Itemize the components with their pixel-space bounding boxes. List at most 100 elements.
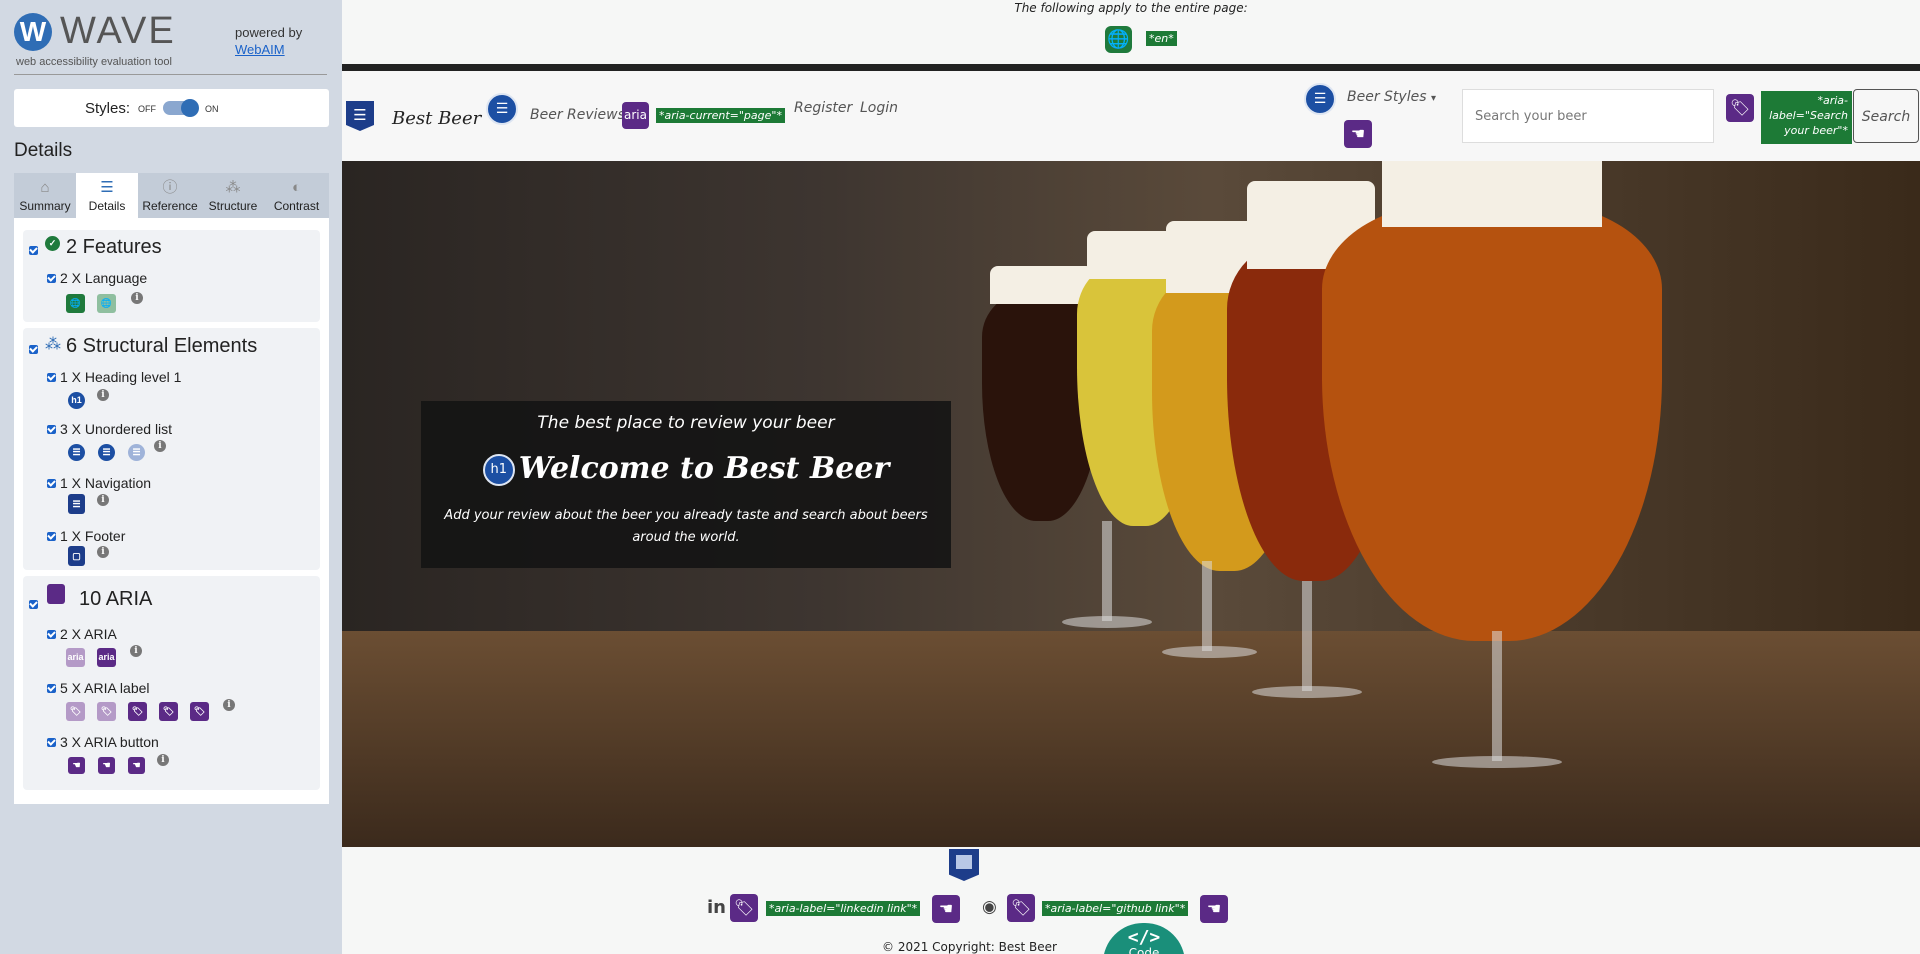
navigation-item: 1 X Navigation (60, 475, 152, 491)
footer-checkbox[interactable] (47, 532, 56, 541)
language-icon[interactable]: 🌐 (1105, 26, 1132, 53)
heading-checkbox[interactable] (47, 373, 56, 382)
unordered-list-icon[interactable]: ☰ (1304, 83, 1336, 115)
code-button[interactable]: </> Code (1103, 923, 1185, 954)
contrast-icon: ◐ (291, 179, 302, 196)
structural-checkbox[interactable] (29, 345, 38, 354)
bar-counter (342, 631, 1920, 847)
hero-card: The best place to review your beer h1 Wel… (421, 401, 951, 568)
aria-label-icon[interactable]: 🏷 (730, 894, 758, 922)
aria-label-icon[interactable]: 🏷 (97, 702, 116, 721)
aria-button-icon[interactable]: ☚ (68, 757, 85, 774)
info-icon[interactable]: i (131, 292, 143, 304)
search-button[interactable]: Search (1853, 89, 1919, 143)
styles-toggle-box: Styles: OFF ON (14, 89, 329, 127)
navigation-checkbox[interactable] (47, 479, 56, 488)
language-icon[interactable]: 🌐 (97, 294, 116, 313)
details-heading: Details (14, 140, 73, 161)
heading-h1-icon[interactable]: h1 (68, 392, 85, 409)
webaim-link[interactable]: WebAIM (235, 42, 285, 57)
unordered-list-icon[interactable]: ☰ (98, 444, 115, 461)
navigation-icon[interactable]: ☰ (68, 494, 85, 514)
aria-label-icon[interactable]: 🏷 (1007, 894, 1035, 922)
linkedin-icon[interactable]: in (707, 897, 726, 918)
language-checkbox[interactable] (47, 274, 56, 283)
info-icon[interactable]: i (97, 494, 109, 506)
glass-base (1252, 686, 1362, 698)
aria-button-icon[interactable]: ☚ (128, 757, 145, 774)
aria-label-checkbox[interactable] (47, 684, 56, 693)
page-title: h1 Welcome to Best Beer (421, 451, 951, 486)
aria-label-icon[interactable]: 🏷 (128, 702, 147, 721)
tab-label: Contrast (273, 199, 320, 213)
hero-description: Add your review about the beer you alrea… (444, 508, 928, 545)
code-label: Code (1128, 946, 1160, 954)
divider (342, 64, 1920, 71)
tab-details[interactable]: ☰ Details (76, 173, 138, 218)
styles-toggle-switch[interactable] (163, 99, 199, 117)
glass-base (1062, 616, 1152, 628)
aria-button-item: 3 X ARIA button (60, 734, 159, 750)
beer-foam (1382, 161, 1602, 227)
footer-icon[interactable] (949, 849, 979, 881)
aria-label-icon[interactable]: 🏷 (159, 702, 178, 721)
evaluated-page: The following apply to the entire page: … (342, 0, 1920, 954)
footer-icon[interactable]: ▢ (68, 546, 85, 566)
wave-logo-subtitle: web accessibility evaluation tool (16, 56, 172, 68)
tab-contrast[interactable]: ◐ Contrast (264, 173, 329, 218)
github-icon[interactable]: ◉ (982, 897, 997, 917)
info-icon[interactable]: i (223, 699, 235, 711)
list-item: 3 X Unordered list (60, 421, 173, 437)
unordered-list-icon[interactable]: ☰ (486, 93, 518, 125)
unordered-list-icon[interactable]: ☰ (68, 444, 85, 461)
glass-base (1162, 646, 1257, 658)
nav-link-register[interactable]: Register (794, 100, 852, 116)
beer-styles-label: Beer Styles (1347, 89, 1427, 105)
language-icon[interactable]: 🌐 (66, 294, 85, 313)
aria-checkbox[interactable] (29, 600, 38, 609)
aria-label-icon[interactable]: 🏷 (66, 702, 85, 721)
info-icon[interactable]: i (154, 440, 166, 452)
heading-h1-icon[interactable]: h1 (482, 454, 515, 486)
info-icon[interactable]: i (97, 546, 109, 558)
aria-button-icon[interactable]: ☚ (1200, 895, 1228, 923)
aria-label-icon[interactable]: 🏷 (190, 702, 209, 721)
search-input[interactable]: Search your beer (1462, 89, 1714, 143)
hero-subtitle: The best place to review your beer (537, 413, 835, 433)
aria-button-checkbox[interactable] (47, 738, 56, 747)
structure-icon: ⁂ (45, 336, 61, 353)
aria-icon[interactable]: aria (97, 648, 116, 667)
info-icon[interactable]: i (130, 645, 142, 657)
glass-stem (1492, 631, 1502, 761)
styles-off-label: OFF (138, 104, 156, 114)
language-tag: *en* (1146, 31, 1177, 46)
tab-reference[interactable]: ⓘ Reference (138, 173, 202, 218)
styles-on-label: ON (205, 104, 219, 114)
nav-link-beer-reviews[interactable]: Beer Reviews (530, 107, 625, 123)
brand-link[interactable]: Best Beer (392, 108, 481, 129)
search-aria-label-tag: *aria-label="Search your beer"* (1761, 91, 1852, 144)
aria-button-icon[interactable]: ☚ (1344, 120, 1372, 148)
features-checkbox[interactable] (29, 246, 38, 255)
aria-group: 10 ARIA 2 X ARIA aria aria i 5 X ARIA la… (23, 576, 320, 790)
tab-structure[interactable]: ⁂ Structure (202, 173, 264, 218)
styles-label: Styles: (85, 100, 131, 117)
aria-label-icon[interactable]: 🏷 (1726, 94, 1754, 122)
list-checkbox[interactable] (47, 425, 56, 434)
wave-logo-text: WAVE (60, 10, 176, 52)
aria-icon[interactable]: aria (66, 648, 85, 667)
tab-summary[interactable]: ⌂ Summary (14, 173, 76, 218)
info-icon[interactable]: i (157, 754, 169, 766)
unordered-list-icon[interactable]: ☰ (128, 444, 145, 461)
beer-styles-dropdown[interactable]: Beer Styles ▾ (1347, 89, 1436, 105)
navigation-icon[interactable]: ☰ (346, 101, 374, 131)
footer: in 🏷 *aria-label="linkedin link"* ☚ ◉ 🏷 … (342, 847, 1920, 954)
page-level-note: The following apply to the entire page: (1014, 1, 1248, 15)
nav-link-login[interactable]: Login (860, 100, 898, 116)
glass-base (1432, 756, 1562, 768)
aria-button-icon[interactable]: ☚ (98, 757, 115, 774)
aria-button-icon[interactable]: ☚ (932, 895, 960, 923)
info-icon[interactable]: i (97, 389, 109, 401)
aria-item-checkbox[interactable] (47, 630, 56, 639)
aria-icon[interactable]: aria (622, 102, 649, 129)
